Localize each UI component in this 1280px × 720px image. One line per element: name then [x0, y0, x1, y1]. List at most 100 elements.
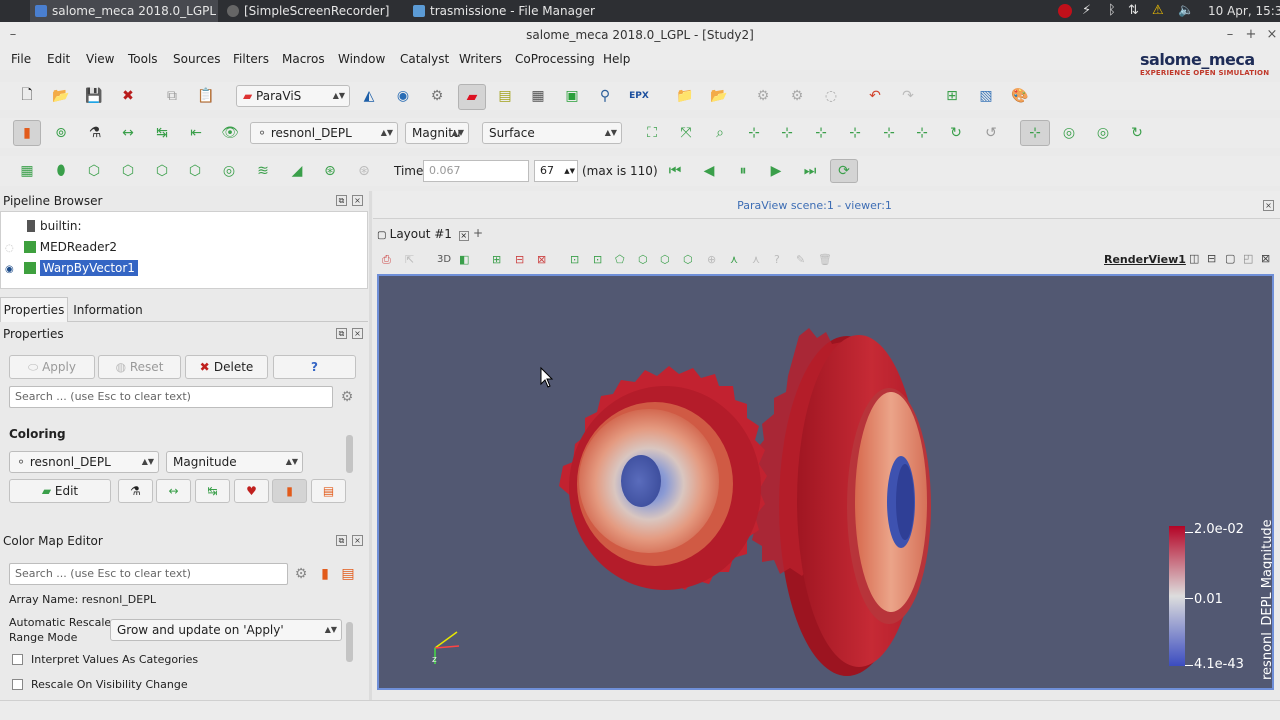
redo-icon[interactable]: ↷: [897, 85, 919, 107]
first-frame-icon[interactable]: ⏮: [664, 160, 686, 182]
rescale-button[interactable]: ↔: [156, 479, 191, 503]
tools-module-icon[interactable]: ⚙: [426, 85, 448, 107]
gear-model[interactable]: z: [379, 276, 1274, 690]
properties-search-input[interactable]: Search ... (use Esc to clear text): [9, 386, 333, 408]
menu-edit[interactable]: Edit: [47, 48, 70, 70]
extract-selection-icon[interactable]: ⋏: [730, 253, 738, 266]
warp-vector-icon[interactable]: ◢: [286, 160, 308, 182]
close-viewer-icon[interactable]: ×: [1263, 200, 1274, 211]
hover-cells-icon[interactable]: ⬡: [683, 253, 693, 266]
rotate-minus-90-icon[interactable]: ↺: [980, 122, 1002, 144]
interaction-mode-icon[interactable]: ⊹: [1020, 120, 1050, 146]
pause-icon[interactable]: ⏸: [732, 160, 754, 182]
representation-select[interactable]: Surface ▲▼: [482, 122, 622, 144]
study-module-icon[interactable]: ▤: [494, 85, 516, 107]
layout-tab[interactable]: ▢ Layout #1 ×: [377, 224, 469, 246]
array-select[interactable]: ⚬ resnonl_DEPL ▲▼: [250, 122, 398, 144]
extract-subset-icon[interactable]: ⬡: [184, 160, 206, 182]
grow-selection-icon[interactable]: ⊕: [707, 253, 716, 266]
zoom-box-icon[interactable]: ⌕: [709, 122, 731, 144]
edit-legend-button[interactable]: ▤: [311, 479, 346, 503]
network-icon[interactable]: ⇅: [1128, 0, 1139, 22]
window-menu-icon[interactable]: –: [5, 22, 21, 48]
record-icon[interactable]: [1058, 0, 1072, 22]
float-panel-icon[interactable]: ⧉: [336, 195, 347, 206]
advanced-settings-icon[interactable]: ⚙: [336, 386, 358, 408]
threshold-icon[interactable]: ⬡: [151, 160, 173, 182]
coloring-array-select[interactable]: ⚬ resnonl_DEPL ▲▼: [9, 451, 159, 473]
view-minus-x-icon[interactable]: ⊹: [776, 122, 798, 144]
module-18-icon[interactable]: ⊞: [941, 85, 963, 107]
render-view[interactable]: z 2.0e-02 0.01 4.1e-43 resnonl_DEPL Magn…: [377, 274, 1274, 690]
coloring-mode-select[interactable]: Magnitude ▲▼: [166, 451, 303, 473]
module-9-icon[interactable]: ⚲: [594, 85, 616, 107]
capture-icon[interactable]: ⎙: [382, 253, 391, 267]
maximize-view-icon[interactable]: ▢: [1225, 252, 1235, 265]
menu-sources[interactable]: Sources: [173, 48, 220, 70]
menu-help[interactable]: Help: [603, 48, 630, 70]
eye-hidden-icon[interactable]: ◌: [5, 243, 14, 254]
calculator-icon[interactable]: ▦: [16, 160, 38, 182]
eye-visible-icon[interactable]: ◉: [5, 264, 14, 275]
paste-icon[interactable]: 📋: [195, 85, 217, 107]
colormap-settings-icon[interactable]: ⚙: [290, 563, 312, 585]
rescale-range-icon[interactable]: ↔: [117, 122, 139, 144]
menu-coprocessing[interactable]: CoProcessing: [515, 48, 595, 70]
reset-center-icon[interactable]: ↻: [1126, 122, 1148, 144]
polygon-select-icon[interactable]: ⬠: [615, 253, 625, 266]
module-7-icon[interactable]: ▦: [527, 85, 549, 107]
next-frame-icon[interactable]: ▶: [765, 160, 787, 182]
panel-splitter[interactable]: [369, 191, 372, 701]
choose-preset-button[interactable]: ⚗: [118, 479, 153, 503]
task-filemanager[interactable]: trasmissione - File Manager: [408, 0, 608, 22]
task-salome[interactable]: salome_meca 2018.0_LGPL -...: [30, 0, 218, 22]
colormap-scrollbar[interactable]: [346, 622, 353, 662]
select-cells-icon[interactable]: ⊟: [515, 253, 524, 266]
copy-icon[interactable]: ⧉: [161, 85, 183, 107]
loop-icon[interactable]: ⟳: [830, 159, 858, 183]
contour-icon[interactable]: ⬮: [50, 160, 72, 182]
interpret-categories-checkbox[interactable]: [12, 654, 23, 665]
open-folder-icon[interactable]: 📂: [50, 85, 72, 107]
rescale-temporal-icon[interactable]: ⇤: [185, 122, 207, 144]
spin-arrows-icon[interactable]: ▲▼: [564, 161, 575, 181]
pipeline-item-warpbyvector[interactable]: ◉ WarpByVector1: [5, 259, 138, 277]
view-minus-z-icon[interactable]: ⊹: [911, 122, 933, 144]
menu-filters[interactable]: Filters: [233, 48, 269, 70]
plot-selection-icon[interactable]: ⋏: [752, 253, 760, 266]
edit-colormap-button[interactable]: ▰ Edit: [9, 479, 111, 503]
tab-information[interactable]: Information: [70, 299, 146, 322]
colormap-save-icon[interactable]: ▮: [314, 563, 336, 585]
rescale-visibility-checkbox[interactable]: [12, 679, 23, 690]
find-data-icon[interactable]: ⚗: [84, 122, 106, 144]
float-panel-icon[interactable]: ⧉: [336, 535, 347, 546]
favorite-button[interactable]: ♥: [234, 479, 269, 503]
menu-macros[interactable]: Macros: [282, 48, 325, 70]
epx-icon[interactable]: EPX: [628, 85, 650, 107]
query-icon[interactable]: ?: [774, 253, 780, 266]
module-15-icon[interactable]: ◌: [820, 85, 842, 107]
maximize-icon[interactable]: +: [1243, 22, 1259, 48]
menu-catalyst[interactable]: Catalyst: [400, 48, 449, 70]
frustum-points-icon[interactable]: ⊡: [593, 253, 602, 266]
rescale-custom-icon[interactable]: ↹: [151, 122, 173, 144]
reset-camera-icon[interactable]: ⛶: [641, 122, 663, 144]
close-view-icon[interactable]: ⊠: [1261, 252, 1270, 265]
clock[interactable]: 10 Apr, 15:36: [1208, 0, 1280, 22]
camera-undo-icon[interactable]: ◧: [459, 253, 469, 266]
module-11-icon[interactable]: 📁: [674, 85, 696, 107]
slice-icon[interactable]: ⬡: [117, 160, 139, 182]
add-layout-tab[interactable]: +: [473, 226, 483, 240]
close-icon[interactable]: ×: [1264, 22, 1280, 48]
menu-file[interactable]: File: [11, 48, 31, 70]
warning-icon[interactable]: ⚠: [1152, 0, 1164, 22]
module-select[interactable]: ▰ ParaViS ▲▼: [236, 85, 350, 107]
undo-icon[interactable]: ↶: [864, 85, 886, 107]
frustum-cells-icon[interactable]: ⊡: [570, 253, 579, 266]
power-icon[interactable]: ⚡: [1082, 0, 1091, 22]
module-12-icon[interactable]: 📂: [708, 85, 730, 107]
show-legend-button[interactable]: ▮: [272, 479, 307, 503]
menu-writers[interactable]: Writers: [459, 48, 502, 70]
apply-button[interactable]: ⬭ Apply: [9, 355, 95, 379]
menu-window[interactable]: Window: [338, 48, 385, 70]
